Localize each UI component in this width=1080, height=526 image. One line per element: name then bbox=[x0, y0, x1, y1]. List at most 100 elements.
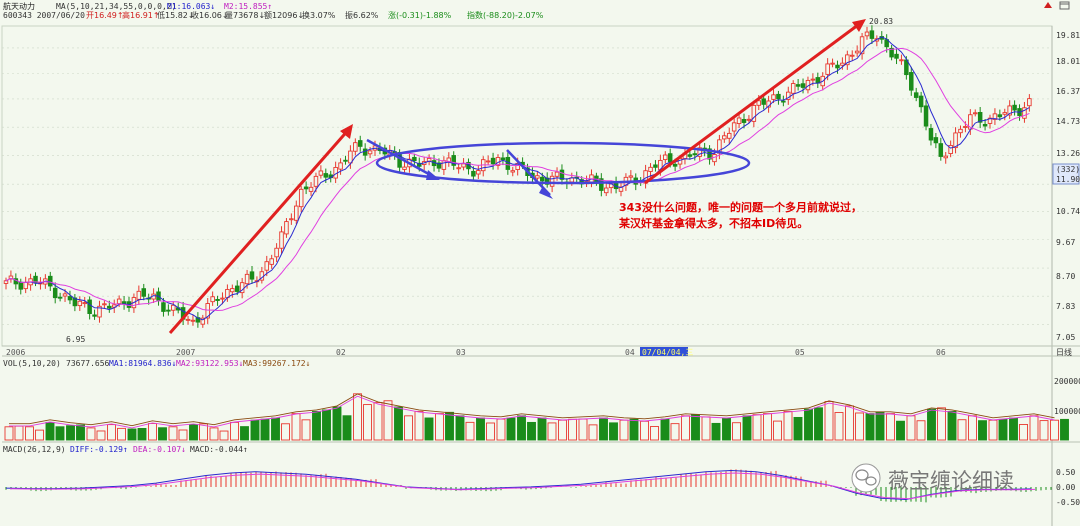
volume-bar bbox=[527, 421, 536, 441]
candle-body bbox=[505, 156, 511, 170]
amount-value: 额12096↓ bbox=[264, 10, 304, 20]
volume-bar bbox=[722, 417, 731, 441]
candle-body bbox=[648, 166, 653, 172]
volume-bar bbox=[14, 425, 24, 441]
candle-body bbox=[500, 157, 506, 161]
volume-bar bbox=[496, 418, 506, 441]
index-change: 指数(-88.20)-2.07% bbox=[467, 10, 544, 20]
stock-name: 航天动力 bbox=[3, 1, 35, 11]
volume-bar bbox=[670, 423, 680, 441]
candle-body bbox=[185, 318, 191, 321]
volume-bar bbox=[773, 420, 782, 441]
volume-bar bbox=[998, 418, 1008, 441]
candle-body bbox=[913, 92, 919, 98]
candle-body bbox=[77, 300, 83, 307]
candle-body bbox=[353, 142, 358, 152]
candle-body bbox=[997, 114, 1003, 118]
candle-body bbox=[215, 298, 220, 301]
volume-bar bbox=[178, 429, 188, 441]
candle-body bbox=[3, 280, 9, 284]
price-tick: 8.70 bbox=[1056, 272, 1075, 281]
amplitude-value: 振6.62% bbox=[345, 10, 379, 20]
candle-body bbox=[412, 156, 417, 162]
watermark-text: 薇宝缠论细读 bbox=[888, 469, 1014, 493]
volume-bar bbox=[1019, 424, 1028, 441]
volume-bar bbox=[875, 411, 885, 441]
vol-ma2: MA2:93122.953↓ bbox=[176, 359, 243, 368]
volume-bar bbox=[404, 415, 413, 441]
candle-body bbox=[249, 271, 255, 280]
candle-body bbox=[313, 175, 319, 187]
macd-dea: DEA:-0.107↓ bbox=[133, 445, 186, 454]
volume-bar bbox=[363, 404, 372, 441]
macd-diff: DIFF:-0.129↑ bbox=[70, 445, 128, 454]
volume-bar bbox=[35, 429, 44, 441]
volume-bar bbox=[865, 413, 875, 441]
volume-bar bbox=[158, 427, 167, 441]
candle-body bbox=[923, 105, 929, 127]
candle-body bbox=[82, 302, 87, 305]
candle-body bbox=[210, 296, 215, 303]
vol-tick: 100000 bbox=[1054, 407, 1080, 416]
candle-body bbox=[171, 304, 176, 311]
volume-bar bbox=[455, 415, 465, 441]
volume-bar bbox=[845, 405, 854, 441]
candle-body bbox=[549, 175, 555, 187]
candle-body bbox=[343, 159, 348, 162]
volume-bar bbox=[1060, 418, 1069, 441]
macd-tick: 0.50 bbox=[1056, 468, 1075, 477]
candle-body bbox=[402, 166, 407, 170]
volume-bar bbox=[342, 415, 352, 441]
volume-bar bbox=[855, 412, 864, 441]
candle-body bbox=[672, 163, 678, 167]
candle-body bbox=[771, 94, 776, 100]
volume-bar bbox=[824, 401, 834, 441]
volume-bar bbox=[968, 415, 977, 441]
candle-body bbox=[308, 186, 314, 192]
volume-bar bbox=[814, 407, 823, 441]
volume-bar bbox=[732, 422, 741, 441]
candle-body bbox=[190, 319, 196, 322]
volume-bar bbox=[906, 415, 916, 441]
volume-bar bbox=[691, 414, 700, 441]
candle-body bbox=[57, 296, 63, 299]
volume-bar bbox=[599, 417, 608, 441]
candle-body bbox=[722, 135, 727, 140]
volume-bar bbox=[230, 421, 239, 441]
vol-ma3: MA3:99267.172↓ bbox=[243, 359, 310, 368]
volume-bar bbox=[322, 409, 331, 441]
current-code: (332) bbox=[1056, 165, 1080, 174]
current-price: 11.90 bbox=[1056, 175, 1080, 184]
candle-body bbox=[982, 123, 988, 127]
candle-body bbox=[141, 288, 147, 297]
macd-value: MACD:-0.044↑ bbox=[190, 445, 248, 454]
time-label: 02 bbox=[336, 348, 346, 357]
candle-body bbox=[230, 288, 235, 293]
volume-bar bbox=[640, 420, 649, 441]
volume-bar bbox=[476, 417, 485, 441]
time-label: 04 bbox=[625, 348, 635, 357]
candle-body bbox=[909, 72, 914, 91]
volume-bar bbox=[435, 413, 444, 441]
candle-body bbox=[854, 50, 860, 54]
volume-bar bbox=[332, 406, 342, 441]
volume-bar bbox=[281, 423, 290, 441]
candle-body bbox=[825, 63, 830, 75]
volume-bar bbox=[660, 418, 670, 441]
price-tick: 10.74 bbox=[1056, 207, 1080, 216]
volume-bar bbox=[927, 408, 936, 441]
candle-body bbox=[899, 59, 904, 62]
candle-body bbox=[490, 157, 496, 165]
candle-body bbox=[107, 305, 112, 309]
vol-value: 73677.656 bbox=[66, 359, 110, 368]
candle-body bbox=[933, 137, 939, 144]
volume-bar bbox=[886, 413, 895, 441]
candle-body bbox=[166, 309, 171, 312]
candle-body bbox=[795, 84, 801, 87]
comment-line-2: 某汉奸基金拿得太多，不招本ID待见。 bbox=[618, 216, 808, 230]
volume-bar bbox=[547, 422, 557, 441]
volume-bar bbox=[66, 425, 75, 441]
time-label: 03 bbox=[456, 348, 466, 357]
volume-bar bbox=[752, 414, 762, 441]
candle-body bbox=[830, 62, 835, 65]
